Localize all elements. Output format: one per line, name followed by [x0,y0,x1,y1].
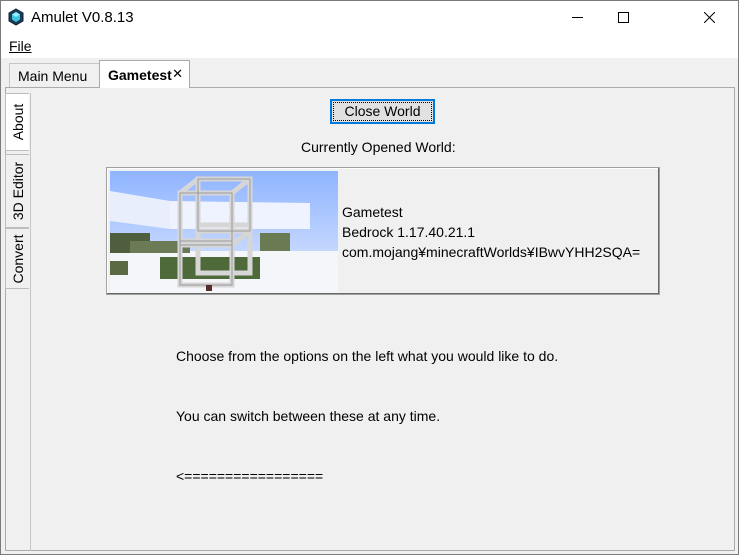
instructions-text: Choose from the options on the left what… [176,306,558,526]
close-window-button[interactable] [646,1,738,34]
side-tab-3d-editor[interactable]: 3D Editor [5,154,29,228]
world-card-button[interactable]: Gametest Bedrock 1.17.40.21.1 com.mojang… [106,167,660,295]
close-icon [703,12,715,23]
side-tab-label: 3D Editor [9,161,26,221]
app-window: Amulet V0.8.13 File Main Menu Gametest ✕… [0,0,739,555]
world-path: com.mojang¥minecraftWorlds¥IBwvYHH2SQA= [342,244,641,260]
amulet-cube-icon [8,8,24,26]
instruction-arrow: <================= [176,468,324,484]
minimize-button[interactable] [554,1,600,34]
close-world-button[interactable]: Close World [330,99,435,124]
opened-world-label: Currently Opened World: [301,139,456,155]
menu-file-label: File [9,38,32,54]
world-version: Bedrock 1.17.40.21.1 [342,224,476,240]
tab-label: Main Menu [18,68,88,84]
world-thumbnail [110,171,338,293]
title-bar[interactable]: Amulet V0.8.13 [1,1,738,34]
window-title: Amulet V0.8.13 [31,9,134,26]
side-tab-label: About [9,103,26,141]
world-name: Gametest [342,204,403,220]
minimize-icon [571,17,583,18]
tab-gametest[interactable]: Gametest ✕ [99,60,190,88]
maximize-icon [617,12,629,23]
tab-main-menu[interactable]: Main Menu [9,63,100,87]
tab-label: Gametest [108,67,172,83]
menu-bar: File [1,34,738,58]
side-tab-convert[interactable]: Convert [5,228,29,289]
world-info: Gametest Bedrock 1.17.40.21.1 com.mojang… [342,202,656,262]
side-tab-label: Convert [9,233,26,284]
side-tab-divider [30,93,31,551]
tab-bar: Main Menu Gametest ✕ [1,58,738,88]
instruction-line: You can switch between these at any time… [176,408,441,424]
maximize-button[interactable] [600,1,646,34]
menu-file[interactable]: File [9,38,32,54]
side-tab-about[interactable]: About [5,93,29,151]
instruction-line: Choose from the options on the left what… [176,348,559,364]
tab-close-icon[interactable]: ✕ [172,60,183,88]
